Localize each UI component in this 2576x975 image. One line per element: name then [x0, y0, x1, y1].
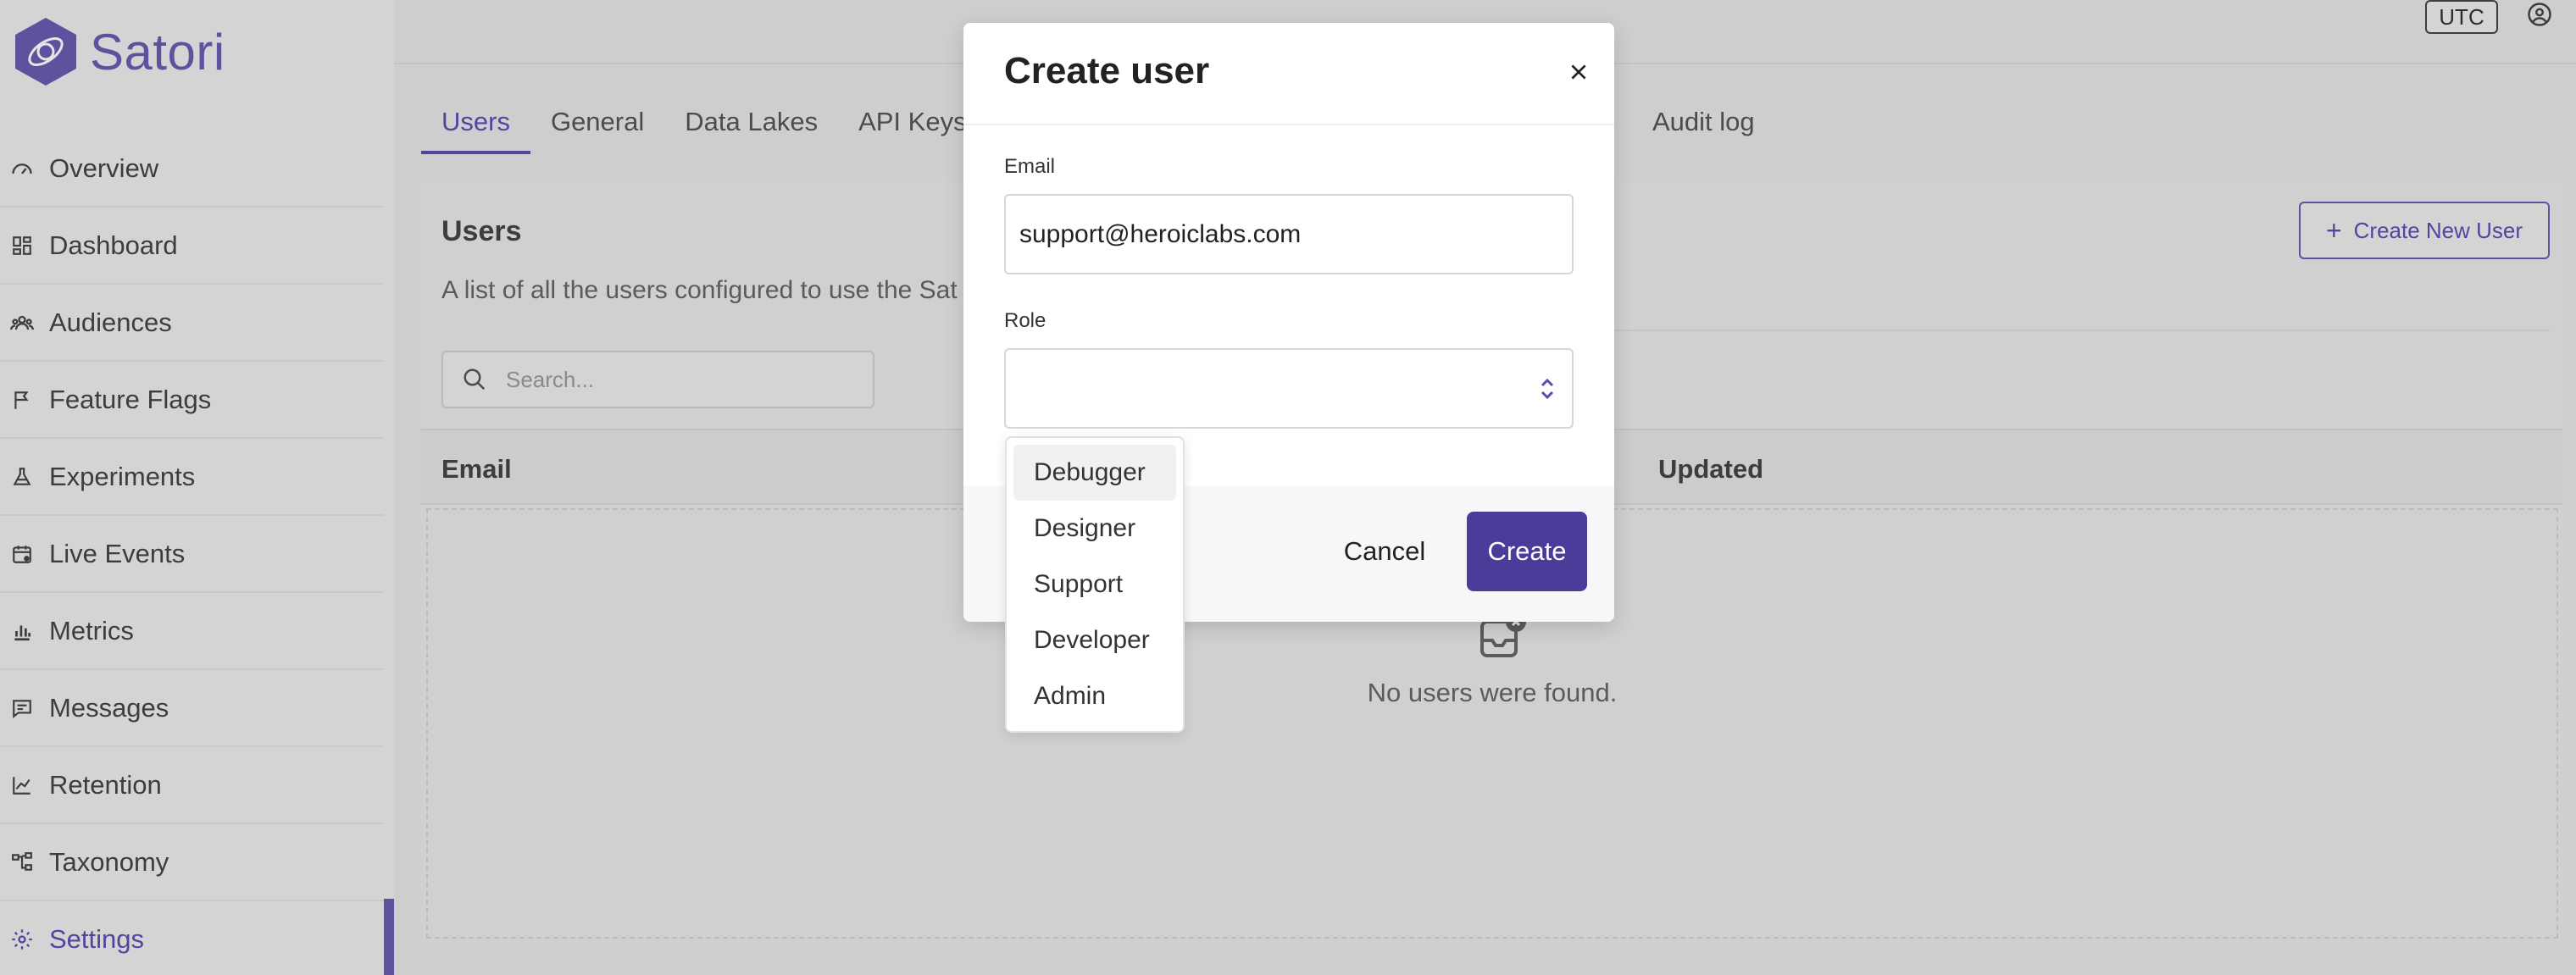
- role-select[interactable]: [1004, 348, 1574, 429]
- dialog-divider: [963, 124, 1614, 125]
- role-option-designer[interactable]: Designer: [1013, 501, 1176, 557]
- role-option-debugger[interactable]: Debugger: [1013, 445, 1176, 501]
- create-button[interactable]: Create: [1467, 512, 1587, 591]
- role-label: Role: [1004, 309, 1046, 332]
- role-option-support[interactable]: Support: [1013, 557, 1176, 612]
- role-dropdown-menu: Debugger Designer Support Developer Admi…: [1005, 436, 1185, 733]
- close-icon[interactable]: [1560, 53, 1597, 91]
- role-option-admin[interactable]: Admin: [1013, 668, 1176, 724]
- cancel-button[interactable]: Cancel: [1322, 512, 1447, 591]
- dialog-title: Create user: [1004, 50, 1210, 91]
- email-label: Email: [1004, 155, 1056, 178]
- role-option-developer[interactable]: Developer: [1013, 612, 1176, 668]
- email-field[interactable]: [1004, 194, 1574, 274]
- select-chevrons-icon: [1541, 378, 1554, 400]
